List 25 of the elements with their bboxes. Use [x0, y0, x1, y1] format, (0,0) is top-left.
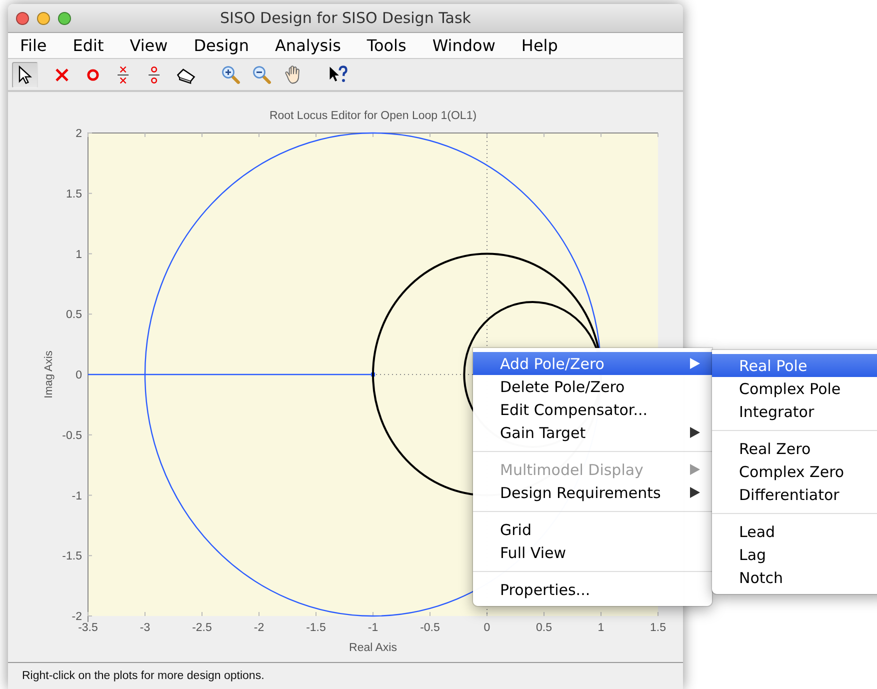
plot-title: Root Locus Editor for Open Loop 1(OL1) [269, 110, 477, 122]
axis-tick-label: 0 [484, 622, 490, 634]
axis-tick-label: 0 [76, 370, 82, 382]
axis-tick-label: -3 [140, 622, 150, 634]
axis-tick-label: 1.5 [66, 188, 82, 200]
axis-tick-label: 2 [76, 128, 82, 140]
axis-tick-label: -2 [72, 611, 82, 623]
axis-tick-label: -1.5 [306, 622, 326, 634]
axis-tick-label: -0.5 [420, 622, 440, 634]
axis-label: Real Axis [349, 642, 397, 654]
axis-tick-label: -3.5 [78, 622, 98, 634]
axis-tick-label: -1 [72, 490, 82, 502]
axis-tick-label: 0.5 [66, 309, 82, 322]
axis-tick-label: 1 [598, 622, 604, 634]
axis-tick-label: -1 [368, 622, 378, 634]
axis-tick-label: 0.5 [536, 622, 552, 634]
axis-label: Imag Axis [43, 350, 55, 398]
window-title: SISO Design for SISO Design Task [220, 9, 471, 27]
axis-tick-label: -2.5 [192, 622, 212, 634]
axis-tick-label: 1.5 [650, 622, 666, 634]
status-text: Right-click on the plots for more design options. [22, 670, 264, 682]
axis-tick-label: -1.5 [62, 550, 82, 563]
axis-tick-label: -2 [254, 622, 264, 634]
axis-tick-label: -0.5 [62, 430, 82, 442]
axis-tick-label: 1 [76, 248, 82, 261]
